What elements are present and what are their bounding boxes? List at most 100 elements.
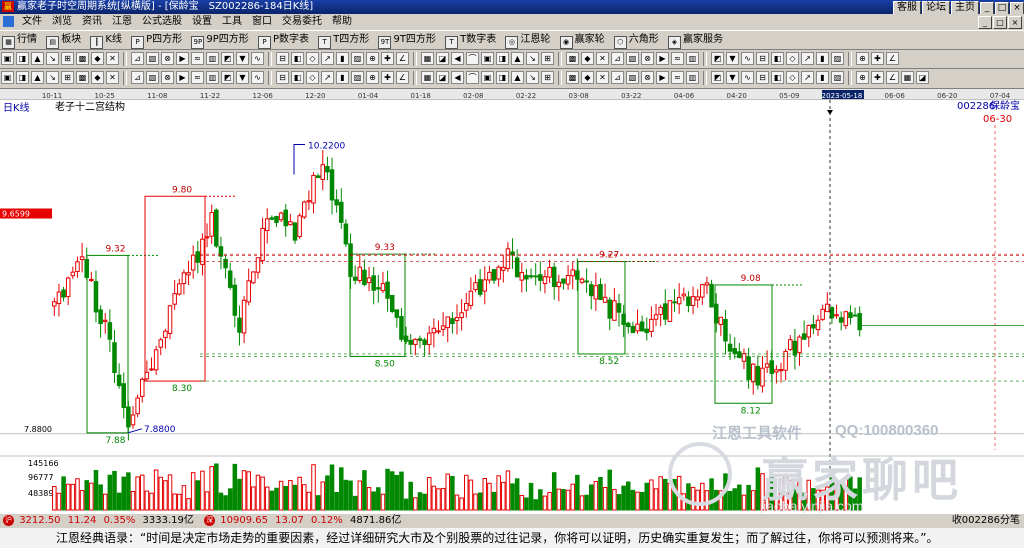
analysis-tool-icon[interactable]: ▧: [146, 71, 159, 84]
analysis-tool-icon[interactable]: ⊗: [161, 71, 174, 84]
drawing-tool-icon[interactable]: ▲: [511, 52, 524, 65]
drawing-tool-icon[interactable]: ↘: [46, 52, 59, 65]
tool-9p-square[interactable]: 9P 9P四方形: [189, 31, 252, 49]
analysis-tool-icon[interactable]: ◇: [306, 71, 319, 84]
drawing-tool-icon[interactable]: ⊕: [366, 52, 379, 65]
drawing-tool-icon[interactable]: ▣: [1, 52, 14, 65]
analysis-tool-icon[interactable]: ⊟: [756, 71, 769, 84]
tool-kline[interactable]: ┃ K线: [88, 31, 126, 49]
service-link[interactable]: 客服: [893, 1, 921, 15]
drawing-tool-icon[interactable]: ◨: [16, 52, 29, 65]
analysis-tool-icon[interactable]: ⊟: [276, 71, 289, 84]
analysis-tool-icon[interactable]: ▶: [176, 71, 189, 84]
analysis-tool-icon[interactable]: ⌒: [466, 71, 479, 84]
analysis-tool-icon[interactable]: ◪: [436, 71, 449, 84]
analysis-tool-icon[interactable]: ◨: [496, 71, 509, 84]
tool-t-square[interactable]: T T四方形: [316, 31, 373, 49]
analysis-tool-icon[interactable]: ▼: [236, 71, 249, 84]
analysis-tool-icon[interactable]: ↗: [801, 71, 814, 84]
drawing-tool-icon[interactable]: ◧: [771, 52, 784, 65]
analysis-tool-icon[interactable]: ▦: [421, 71, 434, 84]
drawing-tool-icon[interactable]: ✚: [871, 52, 884, 65]
drawing-tool-icon[interactable]: ▣: [481, 52, 494, 65]
drawing-tool-icon[interactable]: ∿: [251, 52, 264, 65]
analysis-tool-icon[interactable]: ▦: [901, 71, 914, 84]
analysis-tool-icon[interactable]: ✕: [106, 71, 119, 84]
tool-hexagon[interactable]: ⬡ 六角形: [612, 31, 663, 49]
analysis-tool-icon[interactable]: ↘: [46, 71, 59, 84]
analysis-tool-icon[interactable]: ▥: [206, 71, 219, 84]
analysis-tool-icon[interactable]: ▲: [31, 71, 44, 84]
analysis-tool-icon[interactable]: ⊿: [611, 71, 624, 84]
drawing-tool-icon[interactable]: ↘: [526, 52, 539, 65]
analysis-tool-icon[interactable]: ⊗: [641, 71, 654, 84]
analysis-tool-icon[interactable]: ▮: [336, 71, 349, 84]
analysis-tool-icon[interactable]: ▶: [656, 71, 669, 84]
analysis-tool-icon[interactable]: ▩: [76, 71, 89, 84]
drawing-tool-icon[interactable]: ⊕: [856, 52, 869, 65]
analysis-tool-icon[interactable]: ◧: [291, 71, 304, 84]
drawing-tool-icon[interactable]: ▼: [236, 52, 249, 65]
menu-trade[interactable]: 交易委托: [277, 14, 327, 30]
analysis-tool-icon[interactable]: ⊞: [61, 71, 74, 84]
drawing-tool-icon[interactable]: ▶: [656, 52, 669, 65]
analysis-tool-icon[interactable]: ∠: [396, 71, 409, 84]
mdi-restore-button[interactable]: □: [993, 16, 1007, 29]
drawing-tool-icon[interactable]: ▨: [831, 52, 844, 65]
analysis-tool-icon[interactable]: ▥: [686, 71, 699, 84]
analysis-tool-icon[interactable]: ✚: [381, 71, 394, 84]
drawing-tool-icon[interactable]: ⊿: [131, 52, 144, 65]
drawing-tool-icon[interactable]: ⊗: [161, 52, 174, 65]
drawing-tool-icon[interactable]: ∠: [886, 52, 899, 65]
drawing-tool-icon[interactable]: ◆: [91, 52, 104, 65]
drawing-tool-icon[interactable]: ↗: [321, 52, 334, 65]
analysis-tool-icon[interactable]: ◆: [581, 71, 594, 84]
analysis-tool-icon[interactable]: ✕: [596, 71, 609, 84]
analysis-tool-icon[interactable]: ⊿: [131, 71, 144, 84]
analysis-tool-icon[interactable]: ⊕: [856, 71, 869, 84]
tool-p-square[interactable]: P P四方形: [129, 31, 186, 49]
drawing-tool-icon[interactable]: ◧: [291, 52, 304, 65]
analysis-tool-icon[interactable]: ▧: [626, 71, 639, 84]
drawing-tool-icon[interactable]: ∠: [396, 52, 409, 65]
menu-browse[interactable]: 浏览: [47, 14, 77, 30]
analysis-tool-icon[interactable]: ◨: [16, 71, 29, 84]
analysis-tool-icon[interactable]: ⊕: [366, 71, 379, 84]
analysis-tool-icon[interactable]: ◪: [916, 71, 929, 84]
analysis-tool-icon[interactable]: ▮: [816, 71, 829, 84]
drawing-tool-icon[interactable]: ▩: [76, 52, 89, 65]
tool-winner-wheel[interactable]: ◉ 赢家轮: [558, 31, 609, 49]
analysis-tool-icon[interactable]: ▣: [481, 71, 494, 84]
drawing-tool-icon[interactable]: ▨: [351, 52, 364, 65]
analysis-tool-icon[interactable]: ◧: [771, 71, 784, 84]
drawing-tool-icon[interactable]: ≈: [671, 52, 684, 65]
analysis-tool-icon[interactable]: ◩: [711, 71, 724, 84]
menu-gann[interactable]: 江恩: [107, 14, 137, 30]
forum-link[interactable]: 论坛: [922, 1, 950, 15]
mdi-close-button[interactable]: ×: [1008, 16, 1022, 29]
mdi-minimize-button[interactable]: _: [978, 16, 992, 29]
drawing-tool-icon[interactable]: ◨: [496, 52, 509, 65]
analysis-tool-icon[interactable]: ▩: [566, 71, 579, 84]
analysis-tool-icon[interactable]: ≈: [191, 71, 204, 84]
tool-gann-wheel[interactable]: ◎ 江恩轮: [503, 31, 554, 49]
drawing-tool-icon[interactable]: ≈: [191, 52, 204, 65]
drawing-tool-icon[interactable]: ◀: [451, 52, 464, 65]
analysis-tool-icon[interactable]: ↗: [321, 71, 334, 84]
tick-status[interactable]: 收002286分笔: [952, 514, 1020, 528]
analysis-tool-icon[interactable]: ∿: [251, 71, 264, 84]
drawing-tool-icon[interactable]: ⌒: [466, 52, 479, 65]
analysis-tool-icon[interactable]: ∿: [741, 71, 754, 84]
drawing-tool-icon[interactable]: ↗: [801, 52, 814, 65]
drawing-tool-icon[interactable]: ▦: [421, 52, 434, 65]
drawing-tool-icon[interactable]: ✕: [596, 52, 609, 65]
analysis-tool-icon[interactable]: ◆: [91, 71, 104, 84]
analysis-tool-icon[interactable]: ◀: [451, 71, 464, 84]
tool-sectors[interactable]: ▤ 板块: [44, 31, 85, 49]
menu-window[interactable]: 窗口: [247, 14, 277, 30]
drawing-tool-icon[interactable]: ✚: [381, 52, 394, 65]
analysis-tool-icon[interactable]: ▨: [351, 71, 364, 84]
drawing-tool-icon[interactable]: ⊞: [61, 52, 74, 65]
analysis-tool-icon[interactable]: ◇: [786, 71, 799, 84]
drawing-tool-icon[interactable]: ▶: [176, 52, 189, 65]
